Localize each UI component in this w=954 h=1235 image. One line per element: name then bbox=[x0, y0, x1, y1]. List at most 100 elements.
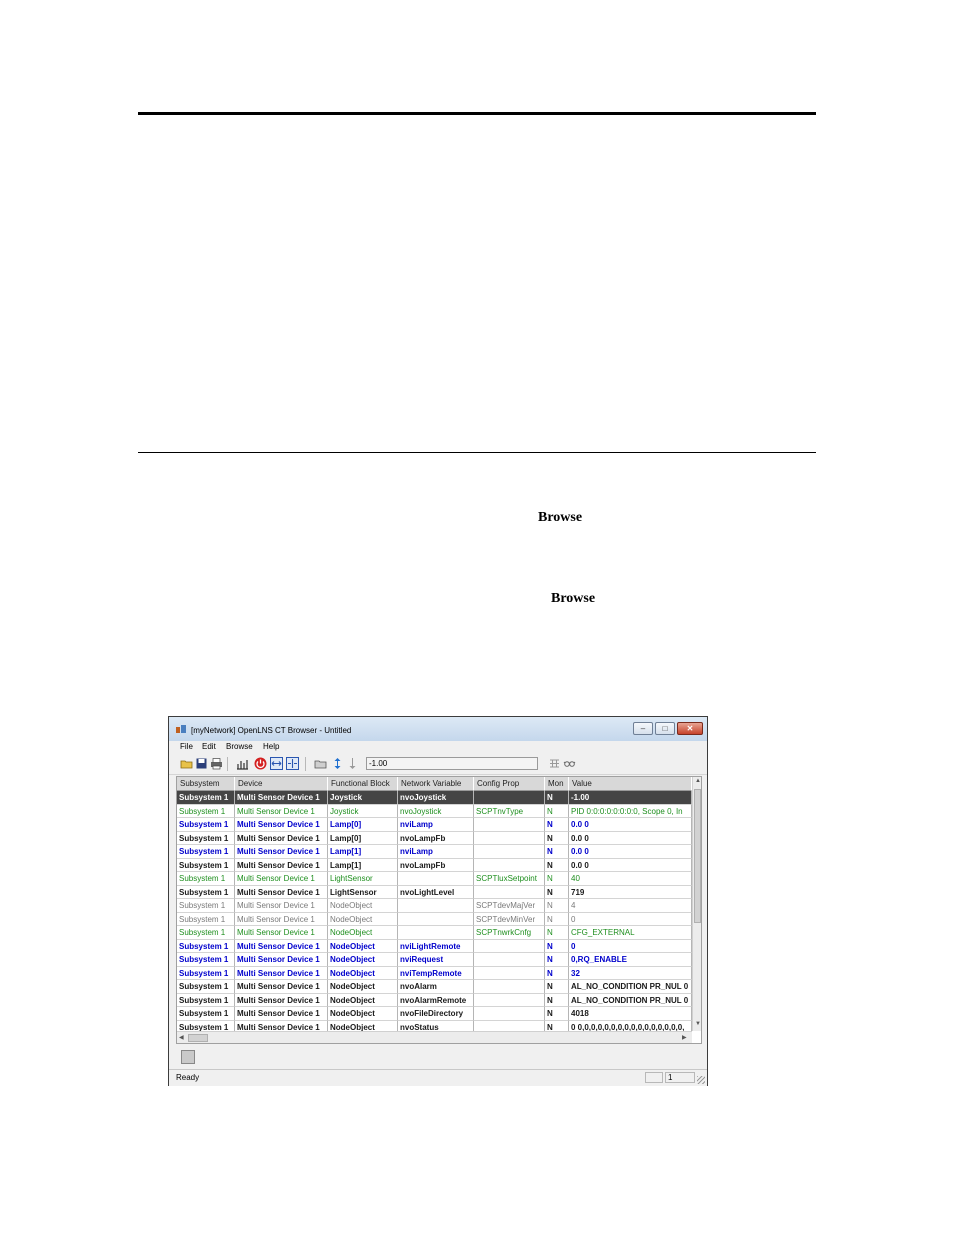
cell-value[interactable]: 0.0 0 bbox=[569, 818, 692, 832]
cell-mon[interactable]: N bbox=[545, 818, 569, 832]
glasses-icon[interactable] bbox=[563, 757, 576, 770]
cell-functional-block[interactable]: NodeObject bbox=[328, 912, 398, 926]
cell-mon[interactable]: N bbox=[545, 804, 569, 818]
cell-value[interactable]: 4 bbox=[569, 899, 692, 913]
cell-device[interactable]: Multi Sensor Device 1 bbox=[235, 858, 328, 872]
vertical-scrollbar[interactable]: ▲ ▼ bbox=[692, 777, 701, 1031]
cell-value[interactable]: 32 bbox=[569, 966, 692, 980]
cell-mon[interactable]: N bbox=[545, 926, 569, 940]
cell-device[interactable]: Multi Sensor Device 1 bbox=[235, 899, 328, 913]
cell-config-prop[interactable]: SCPTnwrkCnfg bbox=[474, 926, 545, 940]
cell-functional-block[interactable]: NodeObject bbox=[328, 953, 398, 967]
cell-value[interactable]: 0.0 0 bbox=[569, 845, 692, 859]
cell-functional-block[interactable]: Lamp[0] bbox=[328, 831, 398, 845]
cell-functional-block[interactable]: NodeObject bbox=[328, 1007, 398, 1021]
table-row[interactable]: Subsystem 1 Multi Sensor Device 1 NodeObje… bbox=[177, 980, 692, 994]
column-header-subsystem[interactable]: Subsystem bbox=[177, 777, 235, 791]
print-icon[interactable] bbox=[210, 757, 223, 770]
cell-mon[interactable]: N bbox=[545, 939, 569, 953]
maximize-button[interactable]: □ bbox=[655, 722, 675, 735]
cell-mon[interactable]: N bbox=[545, 885, 569, 899]
table-row[interactable]: Subsystem 1 Multi Sensor Device 1 NodeObje… bbox=[177, 966, 692, 980]
cell-config-prop[interactable] bbox=[474, 845, 545, 859]
table-row[interactable]: Subsystem 1 Multi Sensor Device 1 Lamp[0] n… bbox=[177, 818, 692, 832]
cell-network-variable[interactable]: nviTempRemote bbox=[398, 966, 474, 980]
cell-config-prop[interactable]: SCPTnvType bbox=[474, 804, 545, 818]
cell-subsystem[interactable]: Subsystem 1 bbox=[177, 939, 235, 953]
cell-subsystem[interactable]: Subsystem 1 bbox=[177, 845, 235, 859]
table-row[interactable]: Subsystem 1 Multi Sensor Device 1 LightSen… bbox=[177, 885, 692, 899]
cell-value[interactable]: 40 bbox=[569, 872, 692, 886]
stop-button[interactable] bbox=[181, 1050, 195, 1064]
cell-config-prop[interactable] bbox=[474, 831, 545, 845]
cell-network-variable[interactable]: nvoAlarmRemote bbox=[398, 993, 474, 1007]
cell-network-variable[interactable]: nvoJoystick bbox=[398, 804, 474, 818]
cell-network-variable[interactable]: nviRequest bbox=[398, 953, 474, 967]
cell-network-variable[interactable]: nvoLightLevel bbox=[398, 885, 474, 899]
cell-device[interactable]: Multi Sensor Device 1 bbox=[235, 912, 328, 926]
cell-value[interactable]: 0,RQ_ENABLE bbox=[569, 953, 692, 967]
power-icon[interactable] bbox=[254, 757, 267, 770]
cell-mon[interactable]: N bbox=[545, 966, 569, 980]
table-row[interactable]: Subsystem 1 Multi Sensor Device 1 NodeObje… bbox=[177, 912, 692, 926]
sort-updown-icon[interactable] bbox=[331, 757, 344, 770]
cell-device[interactable]: Multi Sensor Device 1 bbox=[235, 845, 328, 859]
chart-icon[interactable] bbox=[236, 757, 249, 770]
cell-device[interactable]: Multi Sensor Device 1 bbox=[235, 980, 328, 994]
cell-device[interactable]: Multi Sensor Device 1 bbox=[235, 966, 328, 980]
table-row[interactable]: Subsystem 1 Multi Sensor Device 1 NodeObje… bbox=[177, 1007, 692, 1021]
menu-browse[interactable]: Browse bbox=[226, 742, 253, 751]
cell-value[interactable]: -1.00 bbox=[569, 791, 692, 805]
grid-icon[interactable] bbox=[548, 757, 561, 770]
cell-config-prop[interactable]: SCPTdevMajVer bbox=[474, 899, 545, 913]
cell-config-prop[interactable] bbox=[474, 791, 545, 805]
cell-device[interactable]: Multi Sensor Device 1 bbox=[235, 818, 328, 832]
cell-subsystem[interactable]: Subsystem 1 bbox=[177, 966, 235, 980]
cell-config-prop[interactable] bbox=[474, 980, 545, 994]
column-header-mon[interactable]: Mon bbox=[545, 777, 569, 791]
sort-down-icon[interactable] bbox=[346, 757, 359, 770]
cell-mon[interactable]: N bbox=[545, 791, 569, 805]
cell-value[interactable]: CFG_EXTERNAL bbox=[569, 926, 692, 940]
cell-network-variable[interactable]: nviLamp bbox=[398, 845, 474, 859]
column-header-device[interactable]: Device bbox=[235, 777, 328, 791]
cell-device[interactable]: Multi Sensor Device 1 bbox=[235, 926, 328, 940]
cell-value[interactable]: AL_NO_CONDITION PR_NUL 0 bbox=[569, 980, 692, 994]
cell-value[interactable]: 719 bbox=[569, 885, 692, 899]
cell-subsystem[interactable]: Subsystem 1 bbox=[177, 791, 235, 805]
cell-value[interactable]: 0.0 0 bbox=[569, 858, 692, 872]
cell-device[interactable]: Multi Sensor Device 1 bbox=[235, 885, 328, 899]
cell-config-prop[interactable] bbox=[474, 993, 545, 1007]
cell-config-prop[interactable] bbox=[474, 885, 545, 899]
cell-network-variable[interactable] bbox=[398, 926, 474, 940]
cell-device[interactable]: Multi Sensor Device 1 bbox=[235, 1007, 328, 1021]
cell-value[interactable]: 0 bbox=[569, 939, 692, 953]
column-header-functional-block[interactable]: Functional Block bbox=[328, 777, 398, 791]
cell-mon[interactable]: N bbox=[545, 1007, 569, 1021]
title-bar[interactable]: [myNetwork] OpenLNS CT Browser - Untitle… bbox=[169, 717, 707, 741]
cell-device[interactable]: Multi Sensor Device 1 bbox=[235, 953, 328, 967]
cell-device[interactable]: Multi Sensor Device 1 bbox=[235, 993, 328, 1007]
cell-functional-block[interactable]: NodeObject bbox=[328, 926, 398, 940]
table-row[interactable]: Subsystem 1 Multi Sensor Device 1 NodeObje… bbox=[177, 899, 692, 913]
table-row[interactable]: Subsystem 1 Multi Sensor Device 1 LightSen… bbox=[177, 872, 692, 886]
cell-value[interactable]: PID 0:0:0:0:0:0:0:0, Scope 0, In bbox=[569, 804, 692, 818]
table-row-selected[interactable]: Subsystem 1 Multi Sensor Device 1 Joystick… bbox=[177, 791, 692, 805]
cell-config-prop[interactable] bbox=[474, 939, 545, 953]
cell-value[interactable]: AL_NO_CONDITION PR_NUL 0 bbox=[569, 993, 692, 1007]
open-icon[interactable] bbox=[180, 757, 193, 770]
cell-value[interactable]: 0 bbox=[569, 912, 692, 926]
table-row[interactable]: Subsystem 1 Multi Sensor Device 1 Lamp[1] n… bbox=[177, 845, 692, 859]
cell-network-variable[interactable]: nviLamp bbox=[398, 818, 474, 832]
value-input[interactable]: -1.00 bbox=[366, 757, 538, 770]
scroll-left-arrow-icon[interactable]: ◀ bbox=[179, 1034, 184, 1041]
table-row[interactable]: Subsystem 1 Multi Sensor Device 1 Lamp[0] n… bbox=[177, 831, 692, 845]
cell-device[interactable]: Multi Sensor Device 1 bbox=[235, 791, 328, 805]
cell-mon[interactable]: N bbox=[545, 980, 569, 994]
cell-subsystem[interactable]: Subsystem 1 bbox=[177, 872, 235, 886]
cell-functional-block[interactable]: NodeObject bbox=[328, 939, 398, 953]
cell-functional-block[interactable]: LightSensor bbox=[328, 885, 398, 899]
menu-file[interactable]: File bbox=[180, 742, 193, 751]
cell-subsystem[interactable]: Subsystem 1 bbox=[177, 980, 235, 994]
cell-subsystem[interactable]: Subsystem 1 bbox=[177, 885, 235, 899]
